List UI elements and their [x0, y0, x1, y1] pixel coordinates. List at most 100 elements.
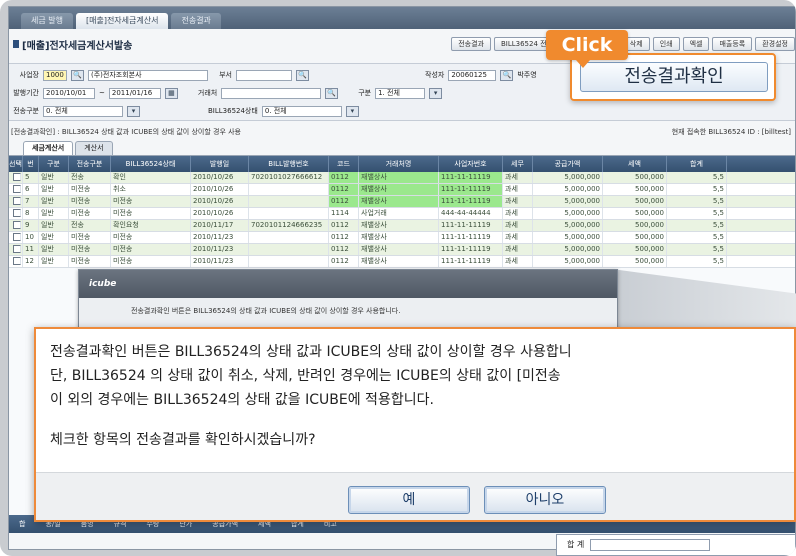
dialog-message-line: 이 외의 경우에는 BILL36524의 상태 값을 ICUBE에 적용합니다.	[50, 392, 434, 408]
column-header[interactable]: 세액	[603, 156, 667, 172]
top-tab[interactable]: 전송결과	[171, 13, 221, 29]
table-cell: 과세	[503, 208, 533, 219]
table-cell: 2010/11/23	[191, 244, 249, 255]
send-type-select[interactable]: 0. 전체	[43, 105, 123, 117]
toolbar-button[interactable]: 매출등록	[712, 37, 753, 51]
click-badge: Click	[546, 30, 628, 68]
table-cell	[249, 208, 329, 219]
table-row[interactable]: 5 일반 전송 확인 2010/10/26 7020101027666612 0112 재밸상…	[9, 172, 795, 184]
table-row[interactable]: 9 일반 전송 확인요청 2010/11/17 7020101124666235 0112 재…	[9, 220, 795, 232]
table-cell: 사업거래	[359, 208, 439, 219]
table-cell: 미전송	[69, 232, 111, 243]
bill-state-select[interactable]: 0. 전체	[261, 105, 342, 117]
table-cell: 5,000,000	[533, 208, 603, 219]
department-field[interactable]	[236, 69, 292, 81]
chevron-down-icon[interactable]: ▾	[429, 87, 443, 99]
toolbar-button[interactable]: 전송결과	[451, 37, 491, 51]
table-cell: 500,000	[603, 196, 667, 207]
filter-label: 사업장	[19, 71, 39, 79]
toolbar-button[interactable]: 인쇄	[652, 37, 680, 51]
column-header[interactable]: 전송구분	[69, 156, 111, 172]
writer-field[interactable]: 20060125	[448, 69, 497, 81]
filter-row: 전송구분 0. 전체 ▾ BILL36524상태 0. 전체 ▾	[13, 104, 359, 118]
row-checkbox[interactable]	[13, 209, 21, 217]
dialog-message-line: 전송결과확인 버튼은 BILL36524의 상태 값과 ICUBE의 상태 값이…	[50, 344, 572, 360]
table-cell: 2010/10/26	[191, 208, 249, 219]
table-cell: 5,000,000	[533, 220, 603, 231]
table-row[interactable]: 8 일반 미전송 미전송 2010/10/26 1114 사업거래 444-44-44444 과…	[9, 208, 795, 220]
background-dialog-title: icube	[79, 270, 617, 298]
row-checkbox[interactable]	[13, 197, 21, 205]
table-cell: 5	[23, 172, 39, 183]
chevron-down-icon[interactable]: ▾	[127, 105, 140, 117]
table-cell: 500,000	[603, 220, 667, 231]
type-select[interactable]: 1. 전체	[375, 87, 426, 99]
table-cell: 500,000	[603, 184, 667, 195]
table-cell: 5,5	[667, 244, 727, 255]
workplace-code-field[interactable]: 1000	[43, 69, 67, 81]
table-cell: 2010/10/26	[191, 184, 249, 195]
workplace-name-field[interactable]: (주)전자조회본사	[88, 69, 208, 81]
column-header[interactable]: BILL36524상태	[111, 156, 191, 172]
column-header[interactable]: 합계	[667, 156, 727, 172]
table-cell: 2010/10/26	[191, 172, 249, 183]
top-tab[interactable]: 세금 발행	[21, 13, 73, 29]
column-header[interactable]: BILL발행번호	[249, 156, 329, 172]
column-header[interactable]: 번	[23, 156, 39, 172]
table-cell: 7	[23, 196, 39, 207]
table-cell: 재밸상사	[359, 184, 439, 195]
filter-label: 작성자	[425, 71, 445, 79]
tab-invoice[interactable]: 계산서	[75, 141, 113, 155]
column-header[interactable]: 선택	[9, 156, 23, 172]
send-result-check-button[interactable]: 전송결과확인	[580, 62, 768, 92]
table-cell: 전송	[69, 172, 111, 183]
table-row[interactable]: 6 일반 미전송 취소 2010/10/26 0112 재밸상사 111-11-11119 과세…	[9, 184, 795, 196]
vendor-field[interactable]	[221, 87, 322, 99]
table-cell: 2010/11/23	[191, 232, 249, 243]
table-cell: 500,000	[603, 232, 667, 243]
column-header[interactable]: 공급가액	[533, 156, 603, 172]
toolbar-button[interactable]: 엑셀	[682, 37, 710, 51]
table-cell: 재밸상사	[359, 220, 439, 231]
table-cell: 과세	[503, 184, 533, 195]
table-row[interactable]: 10 일반 미전송 미전송 2010/11/23 0112 재밸상사 111-11-11119…	[9, 232, 795, 244]
column-header[interactable]: 코드	[329, 156, 359, 172]
period-start-field[interactable]: 2010/10/01	[43, 87, 95, 99]
row-checkbox[interactable]	[13, 173, 21, 181]
table-cell: 재밸상사	[359, 172, 439, 183]
column-header[interactable]: 거래처명	[359, 156, 439, 172]
chevron-down-icon[interactable]: ▾	[345, 105, 359, 117]
row-checkbox[interactable]	[13, 257, 21, 265]
row-checkbox-cell	[9, 172, 23, 183]
yes-button[interactable]: 예	[348, 486, 470, 514]
screenshot-frame: 세금 발행 [매출]전자세금계산서 전송결과 [매출]전자세금계산서발송 전송결…	[0, 0, 796, 556]
table-row[interactable]: 11 일반 미전송 미전송 2010/11/23 0112 재밸상사 111-11-11119…	[9, 244, 795, 256]
sum-label: 합 계	[567, 540, 585, 549]
search-icon[interactable]: 🔍	[71, 69, 84, 81]
grid-body: 5 일반 전송 확인 2010/10/26 7020101027666612 0112 재밸상…	[9, 172, 795, 268]
period-end-field[interactable]: 2011/01/16	[108, 87, 161, 99]
table-cell	[249, 184, 329, 195]
column-header[interactable]: 발행일	[191, 156, 249, 172]
top-tab-active[interactable]: [매출]전자세금계산서	[75, 13, 169, 29]
table-cell: 미전송	[111, 208, 191, 219]
column-header[interactable]: 구분	[39, 156, 69, 172]
search-icon[interactable]: 🔍	[500, 69, 514, 81]
row-checkbox[interactable]	[13, 221, 21, 229]
tab-tax-invoice[interactable]: 세금계산서	[23, 141, 74, 155]
grid-header: 선택 번 구분 전송구분 BILL36524상태 발행일 BILL발행번호 코드…	[9, 156, 795, 172]
row-checkbox[interactable]	[13, 185, 21, 193]
column-header[interactable]: 세무	[503, 156, 533, 172]
no-button[interactable]: 아니오	[484, 486, 606, 514]
table-cell: 과세	[503, 196, 533, 207]
column-header[interactable]: 사업자번호	[439, 156, 503, 172]
row-checkbox[interactable]	[13, 233, 21, 241]
search-icon[interactable]: 🔍	[296, 69, 309, 81]
table-cell: 500,000	[603, 208, 667, 219]
search-icon[interactable]: 🔍	[325, 87, 339, 99]
table-row[interactable]: 7 일반 미전송 미전송 2010/10/26 0112 재밸상사 111-11-11119 과…	[9, 196, 795, 208]
table-cell: 일반	[39, 172, 69, 183]
row-checkbox[interactable]	[13, 245, 21, 253]
calendar-icon[interactable]: ▦	[164, 87, 178, 99]
toolbar-button[interactable]: 환경설정	[755, 37, 795, 51]
